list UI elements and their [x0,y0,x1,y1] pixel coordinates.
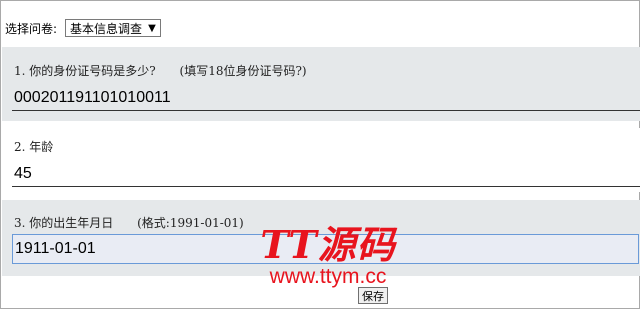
question-number: 3. [14,216,26,230]
question-label-2: 2. 年龄 [14,138,53,155]
question-hint: (填写18位身份证号码?) [179,64,307,78]
answer-input-2[interactable] [12,161,640,187]
survey-selector-bar: 选择问卷: 基本信息调查 ▼ [5,17,161,39]
question-text: 年龄 [29,140,54,154]
answer-input-3[interactable] [12,234,639,264]
question-text: 你的出生年月日 [29,216,114,230]
question-label-1: 1. 你的身份证号码是多少? (填写18位身份证号码?) [14,62,307,79]
question-number: 1. [14,64,26,78]
survey-select[interactable]: 基本信息调查 ▼ [65,19,161,37]
survey-select-value: 基本信息调查 [70,21,143,36]
question-block-2: 2. 年龄 [2,128,640,192]
question-block-1: 1. 你的身份证号码是多少? (填写18位身份证号码?) [2,47,640,121]
question-hint: (格式:1991-01-01) [137,216,244,230]
question-label-3: 3. 你的出生年月日 (格式:1991-01-01) [14,214,244,231]
chevron-down-icon[interactable]: ▼ [148,23,156,34]
survey-selector-label: 选择问卷: [5,21,58,36]
question-number: 2. [14,140,26,154]
question-text: 你的身份证号码是多少? [29,64,156,78]
answer-input-1[interactable] [12,85,640,111]
save-button[interactable]: 保存 [358,287,388,304]
question-block-3: 3. 你的出生年月日 (格式:1991-01-01) [2,200,640,276]
survey-page: 选择问卷: 基本信息调查 ▼ 1. 你的身份证号码是多少? (填写18位身份证号… [0,0,640,309]
